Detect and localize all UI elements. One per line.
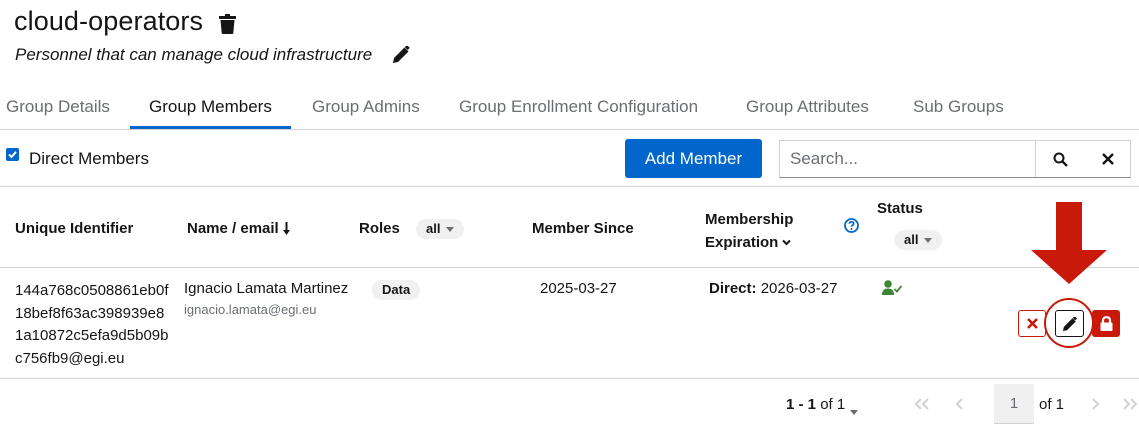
member-since: 2025-03-27 (540, 280, 617, 297)
tab-group-admins[interactable]: Group Admins (293, 88, 439, 129)
divider (0, 186, 1139, 187)
tab-group-members[interactable]: Group Members (130, 88, 291, 129)
page-of-label: of 1 (1039, 396, 1065, 413)
caret-down-icon (924, 237, 933, 243)
column-header-roles: Roles (359, 220, 400, 237)
role-badge: Data (372, 280, 421, 300)
last-page-button[interactable] (1122, 397, 1138, 414)
tab-group-attributes[interactable]: Group Attributes (727, 88, 888, 129)
lock-member-button[interactable] (1092, 310, 1120, 337)
help-icon[interactable] (844, 218, 859, 238)
first-page-button[interactable] (914, 397, 930, 414)
prev-page-button[interactable] (955, 397, 964, 414)
column-header-uid[interactable]: Unique Identifier (15, 220, 133, 237)
caret-down-icon (446, 226, 455, 232)
tab-group-details[interactable]: Group Details (0, 88, 129, 129)
roles-filter-dropdown[interactable]: all (416, 219, 465, 239)
group-description: Personnel that can manage cloud infrastr… (15, 45, 373, 64)
column-header-expiration[interactable]: Membership Expiration (705, 208, 793, 254)
tab-bar: Group Details Group Members Group Admins… (0, 88, 1139, 130)
next-page-button[interactable] (1091, 397, 1100, 414)
divider (0, 267, 1139, 268)
page-input[interactable]: 1 (994, 384, 1034, 424)
member-email: ignacio.lamata@egi.eu (184, 302, 317, 317)
tab-group-enrollment-configuration[interactable]: Group Enrollment Configuration (440, 88, 717, 129)
lock-icon (1100, 316, 1112, 331)
column-header-status: Status (877, 200, 923, 217)
add-member-button[interactable]: Add Member (625, 139, 762, 178)
highlight-circle (1044, 298, 1094, 348)
double-chevron-right-icon (1123, 398, 1138, 410)
caret-down-icon[interactable] (850, 402, 858, 420)
search-button[interactable] (1036, 141, 1084, 177)
member-name: Ignacio Lamata Martinez (184, 280, 349, 297)
remove-member-button[interactable] (1018, 310, 1046, 337)
arrow-down-icon (1031, 202, 1107, 284)
direct-members-checkbox[interactable] (6, 148, 19, 161)
chevron-right-icon (1092, 398, 1100, 410)
trash-icon[interactable] (219, 14, 236, 39)
user-check-icon (882, 280, 903, 300)
close-icon (1026, 318, 1038, 329)
search-input[interactable] (780, 141, 1034, 177)
sort-down-icon (282, 221, 290, 235)
direct-members-label[interactable]: Direct Members (29, 149, 149, 169)
chevron-left-icon (955, 398, 963, 410)
double-chevron-left-icon (914, 398, 929, 410)
membership-expiration: Direct: 2026-03-27 (709, 280, 838, 297)
column-header-name-label: Name / email (187, 220, 279, 237)
member-uid: 144a768c0508861eb0f18bef8f63ac398939e81a… (15, 282, 169, 367)
column-header-member-since[interactable]: Member Since (532, 220, 634, 237)
tab-sub-groups[interactable]: Sub Groups (894, 88, 1023, 129)
search-icon (1053, 152, 1068, 167)
column-header-name[interactable]: Name / email (187, 220, 291, 237)
clear-search-button[interactable] (1084, 141, 1131, 177)
close-icon (1101, 153, 1114, 165)
edit-description-icon[interactable] (393, 45, 410, 68)
status-filter-dropdown[interactable]: all (894, 230, 943, 250)
search-box (779, 140, 1131, 178)
page-title: cloud-operators (14, 6, 204, 36)
divider (0, 378, 1139, 379)
chevron-down-icon (782, 239, 792, 246)
pagination-count[interactable]: 1 - 1 of 1 (786, 396, 845, 413)
